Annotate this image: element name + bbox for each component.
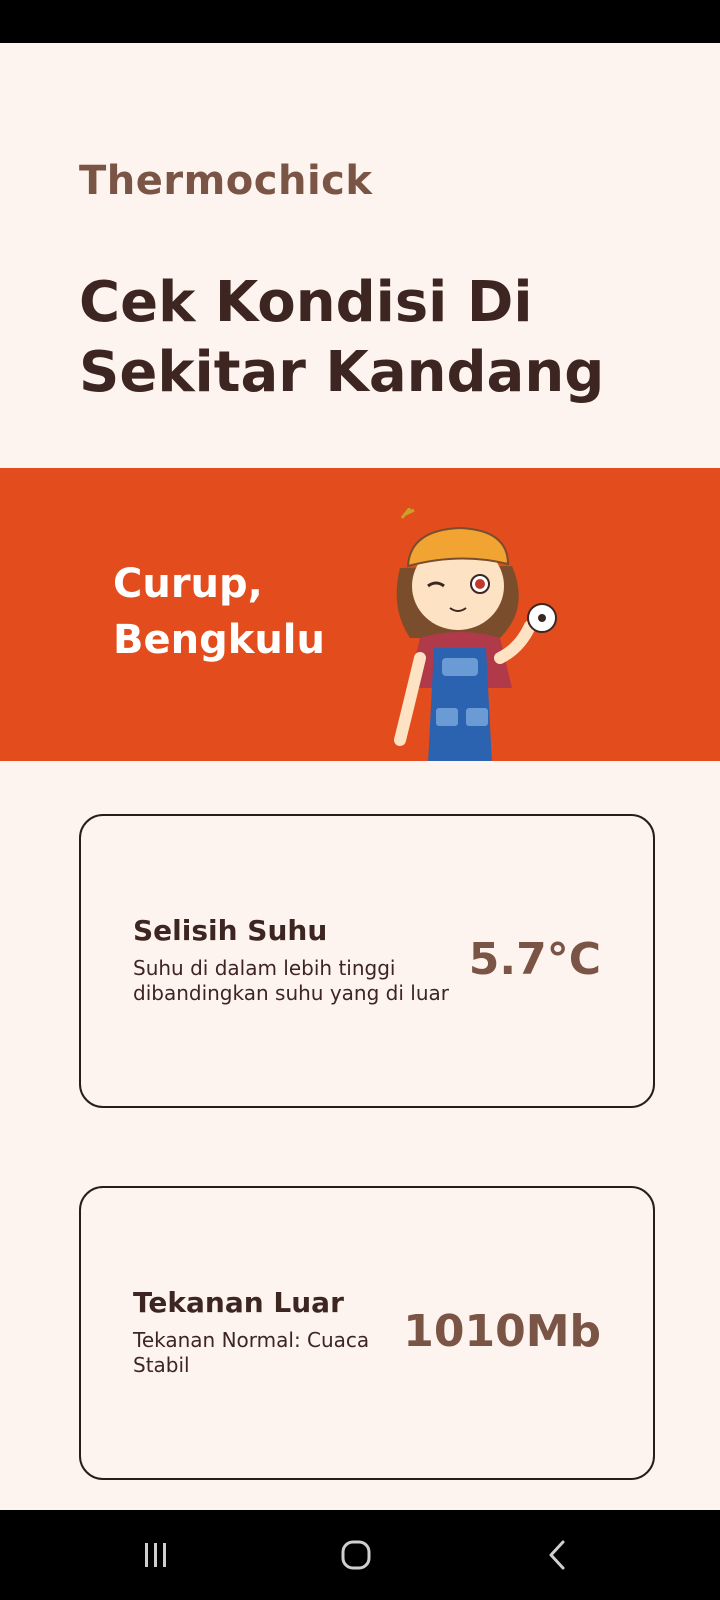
card-description: Suhu di dalam lebih tinggi dibandingkan …	[133, 956, 449, 1005]
card-title: Tekanan Luar	[133, 1286, 344, 1319]
status-bar	[0, 0, 720, 43]
location-banner: Curup, Bengkulu	[0, 468, 720, 761]
recents-icon	[145, 1543, 166, 1567]
temperature-difference-value: 5.7°C	[468, 934, 601, 985]
page-headline: Cek Kondisi Di Sekitar Kandang	[79, 270, 605, 405]
back-icon	[549, 1540, 565, 1570]
farmer-mascot-illustration	[394, 508, 557, 761]
system-navigation-bar	[0, 1510, 720, 1600]
home-button[interactable]	[326, 1530, 386, 1580]
recents-button[interactable]	[126, 1530, 186, 1580]
temperature-difference-card: Selisih Suhu Suhu di dalam lebih tinggi …	[79, 814, 655, 1108]
location-label: Curup, Bengkulu	[113, 561, 325, 663]
app-title: Thermochick	[79, 158, 373, 204]
home-icon	[341, 1540, 371, 1570]
card-title: Selisih Suhu	[133, 914, 328, 947]
back-button[interactable]	[528, 1530, 588, 1580]
card-description: Tekanan Normal: Cuaca Stabil	[133, 1328, 370, 1377]
outside-pressure-value: 1010Mb	[403, 1306, 601, 1357]
outside-pressure-card: Tekanan Luar Tekanan Normal: Cuaca Stabi…	[79, 1186, 655, 1480]
